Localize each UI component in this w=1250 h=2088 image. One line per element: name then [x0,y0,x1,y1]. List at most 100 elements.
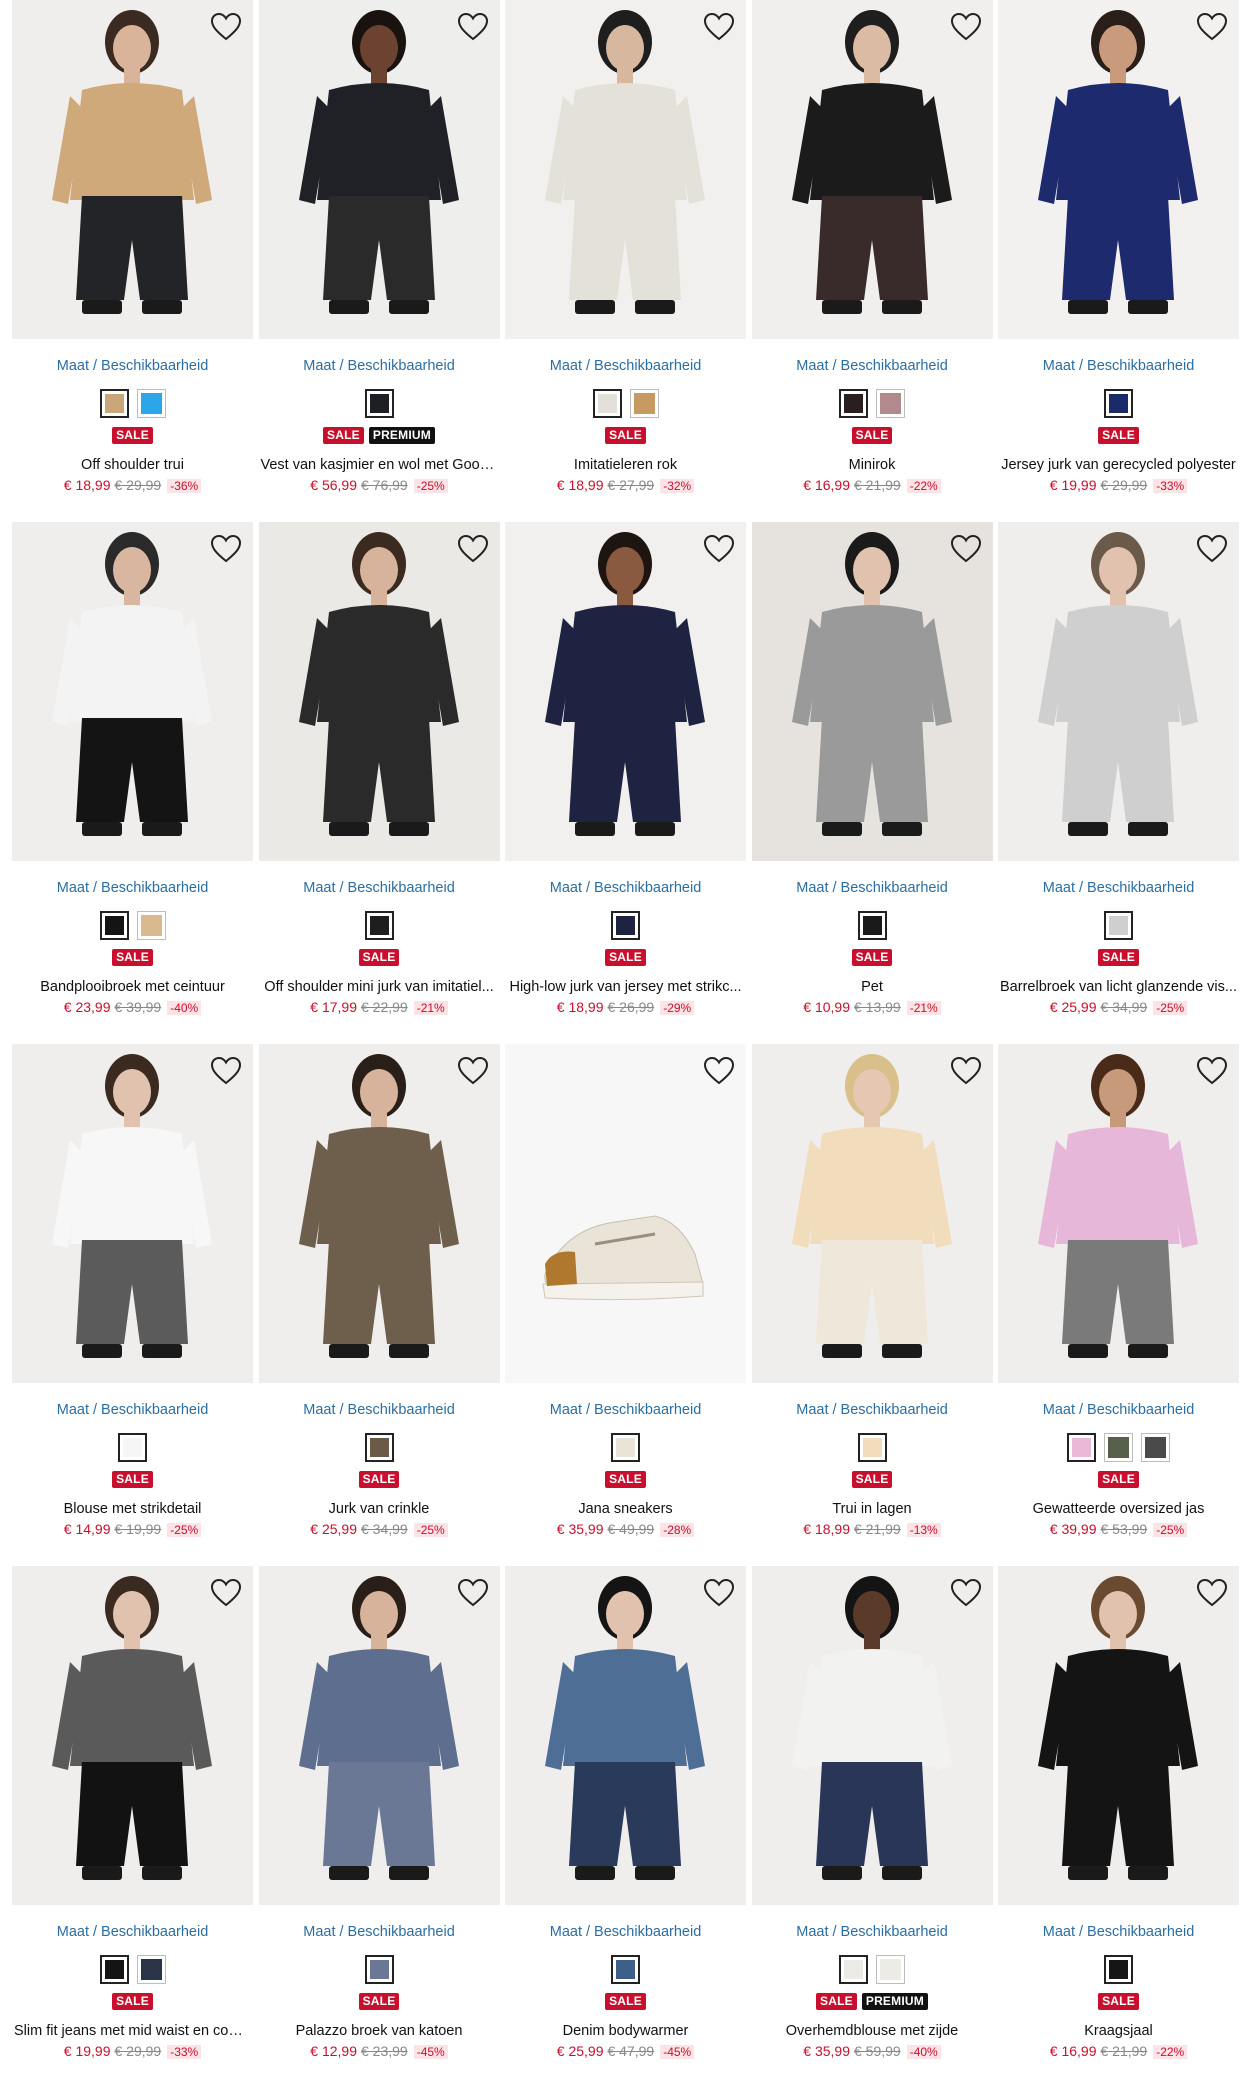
product-card[interactable]: Maat / Beschikbaarheid SALE Gewatteerde ov… [998,1044,1239,1566]
product-photo[interactable] [998,522,1239,861]
product-card[interactable]: Maat / Beschikbaarheid SALE Barrelbroek va… [998,522,1239,1044]
product-card[interactable]: Maat / Beschikbaarheid SALE Jurk van crink… [258,1044,500,1566]
product-card[interactable]: Maat / Beschikbaarheid SALE PREMIUM Vest va… [258,0,500,522]
product-title[interactable]: Imitatieleren rok [505,456,746,474]
product-photo[interactable] [998,1044,1239,1383]
size-availability-link[interactable]: Maat / Beschikbaarheid [752,879,993,897]
color-swatch[interactable] [364,1955,394,1984]
color-swatch[interactable] [99,911,129,940]
product-title[interactable]: Denim bodywarmer [505,2022,746,2040]
color-swatch[interactable] [364,911,394,940]
product-image[interactable] [751,1044,993,1383]
color-swatch[interactable] [1141,1433,1170,1462]
product-image[interactable] [505,522,746,861]
product-card[interactable]: Maat / Beschikbaarheid SALE Imitatieleren … [505,0,746,522]
product-title[interactable]: Bandplooibroek met ceintuur [12,978,253,996]
color-swatch[interactable] [1104,1955,1133,1984]
wishlist-heart-icon[interactable] [1195,532,1229,566]
size-availability-link[interactable]: Maat / Beschikbaarheid [259,357,500,375]
product-title[interactable]: Palazzo broek van katoen [259,2022,500,2040]
size-availability-link[interactable]: Maat / Beschikbaarheid [12,1401,253,1419]
wishlist-heart-icon[interactable] [949,1576,983,1610]
wishlist-heart-icon[interactable] [209,1054,243,1088]
color-swatch[interactable] [136,1955,166,1984]
size-availability-link[interactable]: Maat / Beschikbaarheid [752,1401,993,1419]
product-photo[interactable] [505,1044,746,1383]
color-swatch[interactable] [857,1433,887,1462]
size-availability-link[interactable]: Maat / Beschikbaarheid [12,879,253,897]
color-swatch[interactable] [592,389,622,418]
color-swatch[interactable] [364,389,394,418]
color-swatch[interactable] [876,1955,905,1984]
product-card[interactable]: Maat / Beschikbaarheid SALE Kraagsjaal € 16… [998,1566,1239,2088]
product-card[interactable]: Maat / Beschikbaarheid SALE Off shoulder m… [258,522,500,1044]
product-title[interactable]: Trui in lagen [752,1500,993,1518]
wishlist-heart-icon[interactable] [702,10,736,44]
color-swatch[interactable] [99,389,129,418]
wishlist-heart-icon[interactable] [1195,10,1229,44]
product-title[interactable]: High-low jurk van jersey met strikc... [505,978,746,996]
wishlist-heart-icon[interactable] [1195,1576,1229,1610]
size-availability-link[interactable]: Maat / Beschikbaarheid [998,1401,1239,1419]
product-image[interactable] [12,522,253,861]
wishlist-heart-icon[interactable] [949,10,983,44]
product-photo[interactable] [751,522,993,861]
product-title[interactable]: Pet [752,978,993,996]
wishlist-heart-icon[interactable] [702,532,736,566]
size-availability-link[interactable]: Maat / Beschikbaarheid [505,357,746,375]
size-availability-link[interactable]: Maat / Beschikbaarheid [752,357,993,375]
product-title[interactable]: Vest van kasjmier en wol met Good ... [259,456,500,474]
product-image[interactable] [751,1566,993,1905]
product-photo[interactable] [12,0,253,339]
size-availability-link[interactable]: Maat / Beschikbaarheid [259,1401,500,1419]
product-image[interactable] [998,1566,1239,1905]
product-card[interactable]: Maat / Beschikbaarheid SALE Blouse met str… [12,1044,253,1566]
wishlist-heart-icon[interactable] [702,1054,736,1088]
product-photo[interactable] [998,1566,1239,1905]
product-image[interactable] [998,0,1239,339]
color-swatch[interactable] [1104,1433,1133,1462]
size-availability-link[interactable]: Maat / Beschikbaarheid [505,1401,746,1419]
product-title[interactable]: Barrelbroek van licht glanzende vis... [998,978,1239,996]
size-availability-link[interactable]: Maat / Beschikbaarheid [12,357,253,375]
product-image[interactable] [998,522,1239,861]
product-image[interactable] [12,1044,253,1383]
product-photo[interactable] [505,0,746,339]
product-image[interactable] [751,0,993,339]
color-swatch[interactable] [611,911,640,940]
product-card[interactable]: Maat / Beschikbaarheid SALE Pet € 10,99 € 13… [751,522,993,1044]
size-availability-link[interactable]: Maat / Beschikbaarheid [12,1923,253,1941]
product-title[interactable]: Gewatteerde oversized jas [998,1500,1239,1518]
product-photo[interactable] [751,1566,993,1905]
size-availability-link[interactable]: Maat / Beschikbaarheid [998,357,1239,375]
color-swatch[interactable] [876,389,905,418]
product-card[interactable]: Maat / Beschikbaarheid SALE Bandplooibroek… [12,522,253,1044]
product-title[interactable]: Kraagsjaal [998,2022,1239,2040]
color-swatch[interactable] [364,1433,394,1462]
wishlist-heart-icon[interactable] [209,10,243,44]
product-photo[interactable] [258,522,500,861]
wishlist-heart-icon[interactable] [949,1054,983,1088]
product-photo[interactable] [751,0,993,339]
product-title[interactable]: Overhemdblouse met zijde [752,2022,993,2040]
color-swatch[interactable] [1104,389,1133,418]
size-availability-link[interactable]: Maat / Beschikbaarheid [259,879,500,897]
color-swatch[interactable] [839,1955,868,1984]
product-title[interactable]: Off shoulder trui [12,456,253,474]
size-availability-link[interactable]: Maat / Beschikbaarheid [505,1923,746,1941]
product-title[interactable]: Blouse met strikdetail [12,1500,253,1518]
product-card[interactable]: Maat / Beschikbaarheid SALE PREMIUM Overhem… [751,1566,993,2088]
product-photo[interactable] [258,1044,500,1383]
wishlist-heart-icon[interactable] [949,532,983,566]
product-image[interactable] [505,1566,746,1905]
wishlist-heart-icon[interactable] [456,532,490,566]
product-photo[interactable] [998,0,1239,339]
wishlist-heart-icon[interactable] [456,10,490,44]
product-image[interactable] [258,0,500,339]
size-availability-link[interactable]: Maat / Beschikbaarheid [998,1923,1239,1941]
product-title[interactable]: Minirok [752,456,993,474]
product-card[interactable]: Maat / Beschikbaarheid SALE Trui in lagen €… [751,1044,993,1566]
color-swatch[interactable] [857,911,887,940]
color-swatch[interactable] [629,389,659,418]
color-swatch[interactable] [136,389,166,418]
